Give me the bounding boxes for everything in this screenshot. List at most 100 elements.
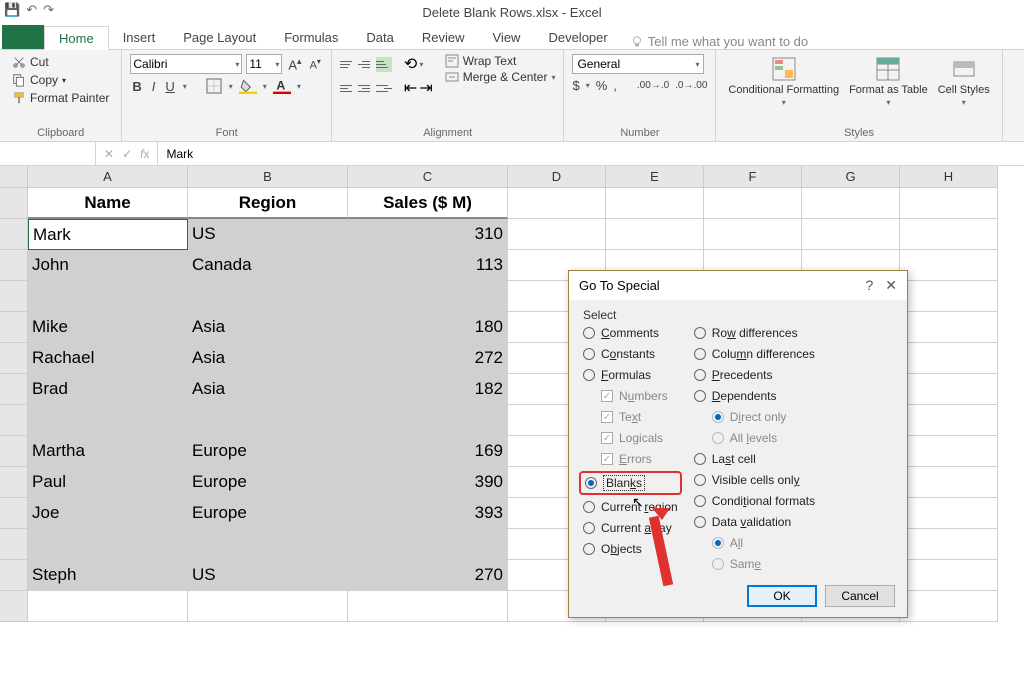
row-header[interactable] xyxy=(0,591,28,622)
decrease-font-icon[interactable]: A▾ xyxy=(308,57,323,72)
header-name[interactable]: Name xyxy=(28,188,188,219)
cell[interactable] xyxy=(28,591,188,622)
align-center-icon[interactable] xyxy=(358,81,374,96)
cell[interactable] xyxy=(900,188,998,219)
cell[interactable] xyxy=(802,188,900,219)
col-header-d[interactable]: D xyxy=(508,166,606,188)
cell[interactable] xyxy=(606,219,704,250)
fill-color-icon[interactable] xyxy=(239,78,257,94)
decrease-indent-icon[interactable]: ⇤ xyxy=(404,78,417,98)
cell-region[interactable]: Europe xyxy=(188,467,348,498)
tab-home[interactable]: Home xyxy=(44,26,109,50)
tab-data[interactable]: Data xyxy=(352,25,407,49)
cell[interactable] xyxy=(900,529,998,560)
help-icon[interactable]: ? xyxy=(865,277,873,294)
cell[interactable] xyxy=(348,591,508,622)
cell-region[interactable]: US xyxy=(188,560,348,591)
row-header[interactable] xyxy=(0,529,28,560)
ok-button[interactable]: OK xyxy=(747,585,817,607)
redo-icon[interactable]: ↷ xyxy=(43,2,54,18)
cell-name[interactable] xyxy=(28,529,188,560)
cell-name[interactable]: Paul xyxy=(28,467,188,498)
col-header-c[interactable]: C xyxy=(348,166,508,188)
cell-sales[interactable] xyxy=(348,281,508,312)
cell[interactable] xyxy=(900,405,998,436)
increase-indent-icon[interactable]: ⇥ xyxy=(419,78,432,98)
radio-dependents[interactable]: Dependents xyxy=(694,389,815,403)
cell-region[interactable]: Canada xyxy=(188,250,348,281)
comma-format-icon[interactable]: , xyxy=(613,78,617,93)
cell[interactable] xyxy=(900,467,998,498)
col-header-g[interactable]: G xyxy=(802,166,900,188)
tell-me-search[interactable]: Tell me what you want to do xyxy=(630,34,808,49)
cell-region[interactable]: Asia xyxy=(188,312,348,343)
cell-name[interactable]: Joe xyxy=(28,498,188,529)
cell-name[interactable]: Steph xyxy=(28,560,188,591)
cell[interactable] xyxy=(508,188,606,219)
row-header[interactable] xyxy=(0,281,28,312)
decrease-decimal-icon[interactable]: .0→.00 xyxy=(675,80,707,91)
cell-name[interactable]: Mark xyxy=(28,219,188,250)
italic-button[interactable]: I xyxy=(150,79,158,94)
radio-row-differences[interactable]: Row differences xyxy=(694,326,815,340)
cell-name[interactable]: Rachael xyxy=(28,343,188,374)
col-header-a[interactable]: A xyxy=(28,166,188,188)
tab-view[interactable]: View xyxy=(479,25,535,49)
cell-sales[interactable]: 390 xyxy=(348,467,508,498)
cell[interactable] xyxy=(508,219,606,250)
radio-precedents[interactable]: Precedents xyxy=(694,368,815,382)
radio-blanks[interactable]: Blanks xyxy=(585,475,676,491)
cell-sales[interactable]: 113 xyxy=(348,250,508,281)
tab-developer[interactable]: Developer xyxy=(534,25,621,49)
increase-decimal-icon[interactable]: .00→.0 xyxy=(637,80,669,91)
cell-name[interactable] xyxy=(28,405,188,436)
cell-name[interactable]: Martha xyxy=(28,436,188,467)
radio-current-region[interactable]: Current region xyxy=(583,500,678,514)
radio-visible-cells[interactable]: Visible cells only xyxy=(694,473,815,487)
cell-styles-button[interactable]: Cell Styles▾ xyxy=(934,54,994,109)
cell-sales[interactable]: 180 xyxy=(348,312,508,343)
cell[interactable] xyxy=(900,591,998,622)
align-top-icon[interactable] xyxy=(340,57,356,72)
cut-button[interactable]: Cut xyxy=(8,54,113,70)
cell-region[interactable] xyxy=(188,405,348,436)
row-header[interactable] xyxy=(0,250,28,281)
cell[interactable] xyxy=(188,591,348,622)
cancel-button[interactable]: Cancel xyxy=(825,585,895,607)
cell[interactable] xyxy=(900,250,998,281)
cell-sales[interactable]: 182 xyxy=(348,374,508,405)
align-left-icon[interactable] xyxy=(340,81,356,96)
cell-sales[interactable]: 310 xyxy=(348,219,508,250)
copy-button[interactable]: Copy ▾ xyxy=(8,72,113,88)
tab-file[interactable] xyxy=(2,25,44,49)
radio-column-differences[interactable]: Column differences xyxy=(694,347,815,361)
cell[interactable] xyxy=(704,219,802,250)
col-header-f[interactable]: F xyxy=(704,166,802,188)
select-all-corner[interactable] xyxy=(0,166,28,188)
radio-comments[interactable]: Comments xyxy=(583,326,678,340)
radio-formulas[interactable]: Formulas xyxy=(583,368,678,382)
row-header[interactable] xyxy=(0,498,28,529)
increase-font-icon[interactable]: A▴ xyxy=(286,56,303,72)
cell-region[interactable] xyxy=(188,529,348,560)
conditional-formatting-button[interactable]: Conditional Formatting▾ xyxy=(724,54,843,109)
tab-review[interactable]: Review xyxy=(408,25,479,49)
cell[interactable] xyxy=(900,281,998,312)
border-icon[interactable] xyxy=(205,78,223,94)
header-region[interactable]: Region xyxy=(188,188,348,219)
cell-sales[interactable]: 393 xyxy=(348,498,508,529)
cell-name[interactable]: Mike xyxy=(28,312,188,343)
cell[interactable] xyxy=(704,188,802,219)
cell-name[interactable]: John xyxy=(28,250,188,281)
cell[interactable] xyxy=(900,312,998,343)
radio-constants[interactable]: Constants xyxy=(583,347,678,361)
radio-last-cell[interactable]: Last cell xyxy=(694,452,815,466)
tab-formulas[interactable]: Formulas xyxy=(270,25,352,49)
cell-sales[interactable] xyxy=(348,529,508,560)
cell[interactable] xyxy=(900,560,998,591)
row-header[interactable] xyxy=(0,312,28,343)
radio-conditional-formats[interactable]: Conditional formats xyxy=(694,494,815,508)
formula-input[interactable]: Mark xyxy=(158,145,1024,163)
row-header[interactable] xyxy=(0,219,28,250)
col-header-h[interactable]: H xyxy=(900,166,998,188)
